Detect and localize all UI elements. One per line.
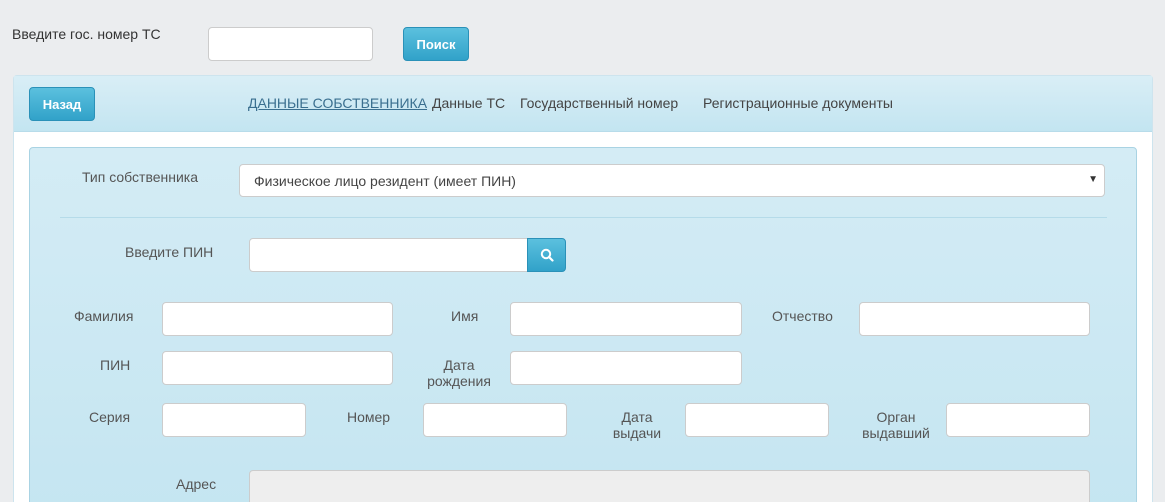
- patronymic-label: Отчество: [772, 308, 833, 324]
- name-label: Имя: [451, 308, 479, 324]
- owner-type-select[interactable]: Физическое лицо резидент (имеет ПИН) ▼: [239, 164, 1105, 197]
- issuer-input[interactable]: [946, 403, 1090, 437]
- address-field[interactable]: [249, 470, 1090, 502]
- dropdown-arrow-icon: ▼: [1088, 174, 1098, 185]
- plate-number-input[interactable]: [208, 27, 373, 61]
- search-plate-label: Введите гос. номер ТС: [12, 26, 161, 42]
- pin-input[interactable]: [162, 351, 393, 385]
- issuer-label: Орган выдавший: [862, 409, 930, 441]
- number-label: Номер: [347, 409, 391, 425]
- search-button[interactable]: Поиск: [403, 27, 469, 61]
- surname-label: Фамилия: [74, 308, 134, 324]
- tab-vehicle-data[interactable]: Данные ТС: [432, 95, 505, 111]
- pin-label: ПИН: [100, 357, 131, 373]
- birthdate-label: Дата рождения: [427, 357, 491, 389]
- search-icon: [540, 248, 554, 262]
- series-input[interactable]: [162, 403, 306, 437]
- birthdate-input[interactable]: [510, 351, 742, 385]
- tab-owner-data[interactable]: ДАННЫЕ СОБСТВЕННИКА: [248, 95, 427, 111]
- patronymic-input[interactable]: [859, 302, 1090, 336]
- number-input[interactable]: [423, 403, 567, 437]
- back-button[interactable]: Назад: [29, 87, 95, 121]
- series-label: Серия: [89, 409, 131, 425]
- issue-date-label: Дата выдачи: [612, 409, 662, 441]
- tab-state-number[interactable]: Государственный номер: [520, 95, 678, 111]
- pin-search-label: Введите ПИН: [125, 244, 214, 260]
- surname-input[interactable]: [162, 302, 393, 336]
- name-input[interactable]: [510, 302, 742, 336]
- owner-type-label: Тип собственника: [82, 169, 199, 185]
- pin-search-button[interactable]: [527, 238, 566, 272]
- owner-type-value: Физическое лицо резидент (имеет ПИН): [254, 172, 516, 189]
- address-label: Адрес: [176, 476, 217, 492]
- pin-search-input[interactable]: [249, 238, 528, 272]
- form-divider: [60, 217, 1107, 218]
- issue-date-input[interactable]: [685, 403, 829, 437]
- tab-registration-docs[interactable]: Регистрационные документы: [703, 95, 893, 111]
